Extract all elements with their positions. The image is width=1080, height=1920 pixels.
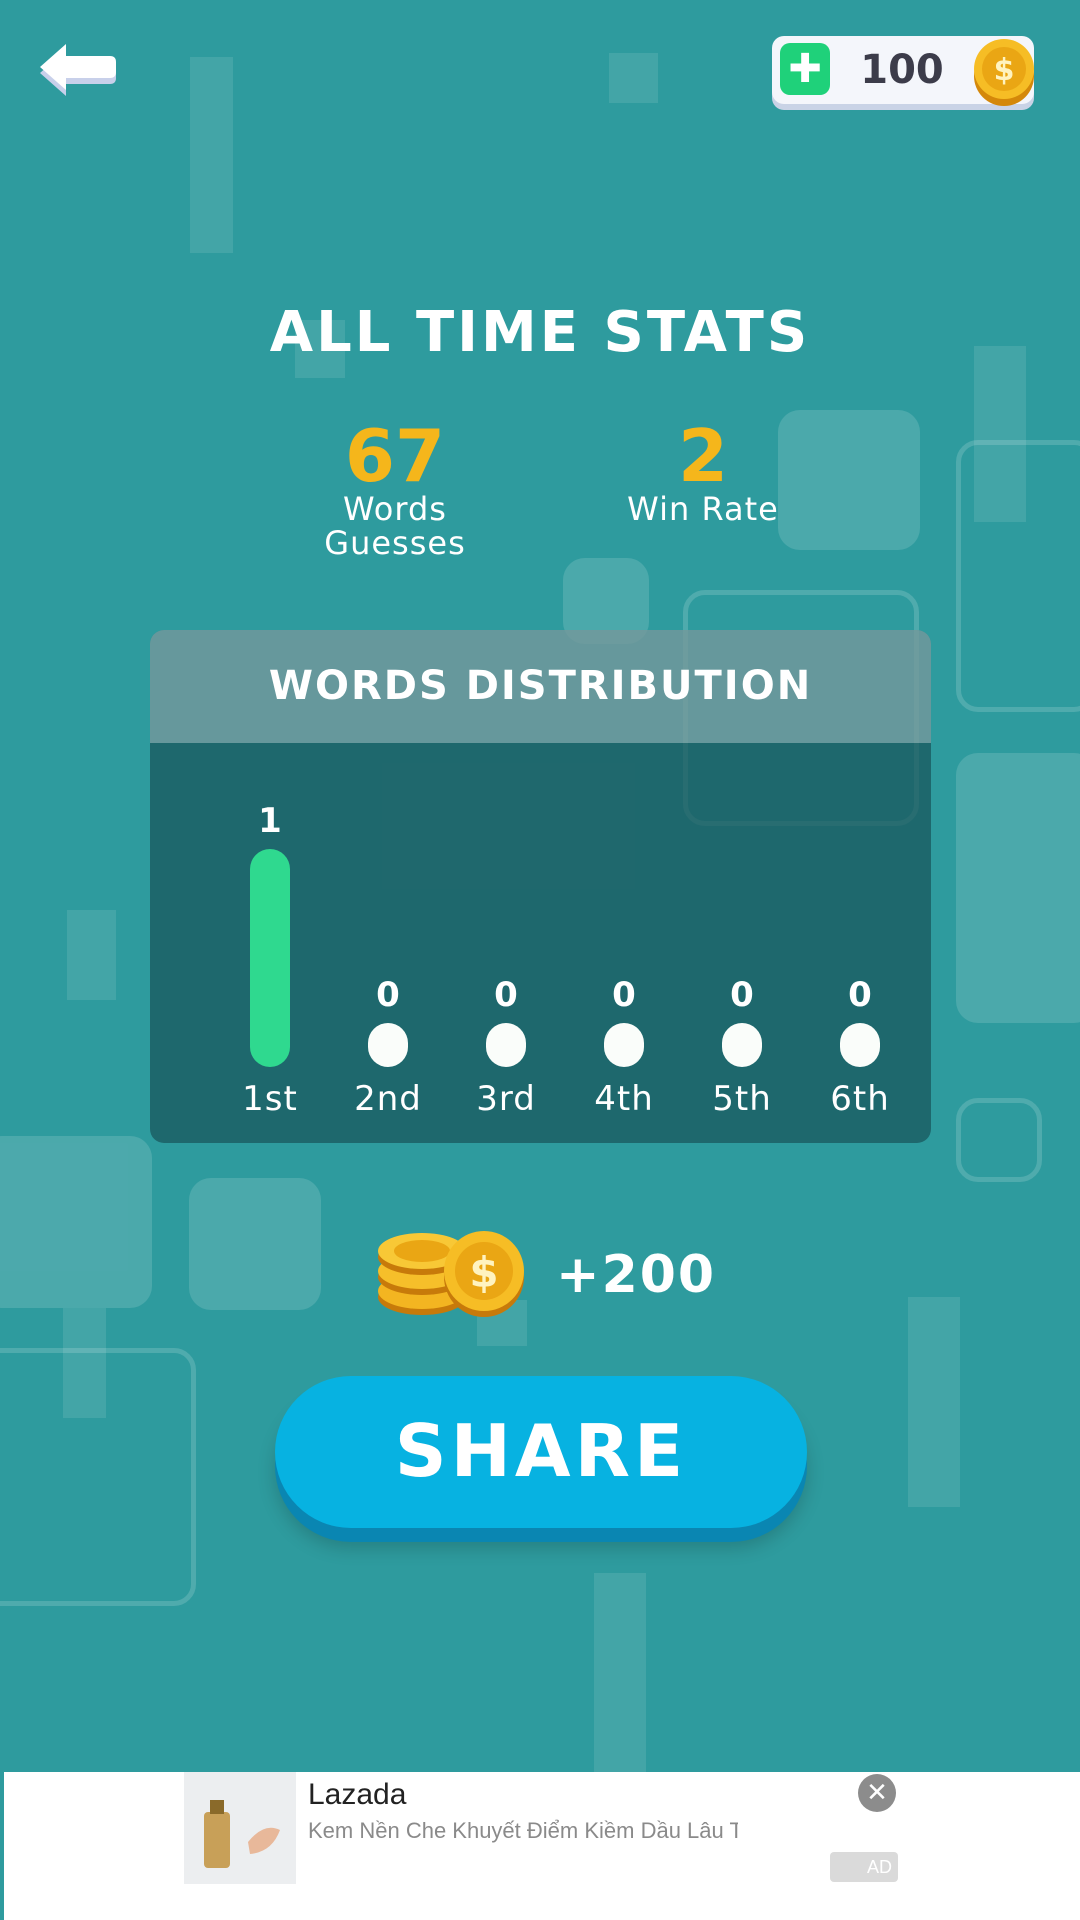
words-guessed-label: Guesses bbox=[324, 524, 466, 562]
background-shape bbox=[956, 1098, 1042, 1182]
ad-close-button[interactable]: ✕ bbox=[858, 1774, 896, 1812]
distribution-bar bbox=[722, 1023, 762, 1067]
page-title: ALL TIME STATS bbox=[269, 300, 811, 365]
bar-label: 5th bbox=[712, 1079, 772, 1119]
background-shape bbox=[594, 1573, 646, 1773]
ad-image[interactable] bbox=[184, 1772, 296, 1884]
bar-label: 2nd bbox=[354, 1079, 422, 1119]
bar-count: 0 bbox=[848, 975, 872, 1015]
background-shape bbox=[956, 753, 1080, 1023]
distribution-column: 1 1st bbox=[220, 630, 320, 1143]
coin-stack-icon: $ bbox=[372, 1215, 532, 1320]
bar-label: 3rd bbox=[476, 1079, 536, 1119]
win-rate-label: Win Rate bbox=[627, 490, 779, 528]
reward-amount: +200 bbox=[556, 1245, 717, 1305]
distribution-bar bbox=[486, 1023, 526, 1067]
bar-label: 6th bbox=[830, 1079, 890, 1119]
distribution-bar bbox=[604, 1023, 644, 1067]
ad-subtitle[interactable]: Kem Nền Che Khuyết Điểm Kiềm Dầu Lâu T bbox=[308, 1818, 738, 1844]
close-icon: ✕ bbox=[866, 1778, 888, 1808]
background-shape bbox=[908, 1297, 960, 1507]
background-shape bbox=[0, 1348, 196, 1606]
coin-count: 100 bbox=[860, 47, 944, 93]
coin-icon: $ bbox=[972, 36, 1036, 106]
words-guessed-value: 67 bbox=[344, 414, 446, 498]
bar-count: 0 bbox=[612, 975, 636, 1015]
background-shape bbox=[67, 910, 116, 1000]
plus-icon: ✚ bbox=[788, 46, 822, 92]
back-button[interactable] bbox=[36, 36, 118, 98]
distribution-column: 0 5th bbox=[692, 630, 792, 1143]
background-shape bbox=[190, 57, 233, 253]
add-coins-button[interactable]: ✚ bbox=[780, 43, 830, 95]
distribution-bar bbox=[840, 1023, 880, 1067]
bar-count: 0 bbox=[376, 975, 400, 1015]
background-shape bbox=[956, 440, 1080, 712]
bar-count: 0 bbox=[494, 975, 518, 1015]
distribution-column: 0 3rd bbox=[456, 630, 556, 1143]
bar-count: 0 bbox=[730, 975, 754, 1015]
ad-banner[interactable]: Lazada Kem Nền Che Khuyết Điểm Kiềm Dầu … bbox=[4, 1772, 1080, 1920]
bar-label: 4th bbox=[594, 1079, 654, 1119]
back-arrow-icon bbox=[40, 44, 116, 96]
svg-text:$: $ bbox=[469, 1248, 498, 1297]
words-guessed-stat: 67 Words Guesses bbox=[295, 420, 495, 560]
background-shape bbox=[189, 1178, 321, 1310]
distribution-column: 0 6th bbox=[810, 630, 910, 1143]
words-distribution-panel: WORDS DISTRIBUTION 1 1st 0 2nd 0 3rd 0 4th 0 5th 0… bbox=[150, 630, 931, 1143]
background-shape bbox=[0, 1136, 152, 1308]
distribution-bar bbox=[250, 849, 290, 1067]
svg-text:$: $ bbox=[994, 53, 1015, 88]
distribution-column: 0 2nd bbox=[338, 630, 438, 1143]
words-guessed-label: Words bbox=[343, 490, 447, 528]
ad-title[interactable]: Lazada bbox=[308, 1778, 406, 1812]
ad-badge: AD bbox=[830, 1852, 898, 1882]
distribution-column: 0 4th bbox=[574, 630, 674, 1143]
bar-label: 1st bbox=[242, 1079, 298, 1119]
win-rate-value: 2 bbox=[677, 414, 729, 498]
distribution-bar bbox=[368, 1023, 408, 1067]
win-rate-stat: 2 Win Rate bbox=[600, 420, 806, 526]
background-shape bbox=[609, 53, 658, 103]
share-button[interactable]: SHARE bbox=[275, 1376, 807, 1528]
bar-count: 1 bbox=[258, 801, 282, 841]
